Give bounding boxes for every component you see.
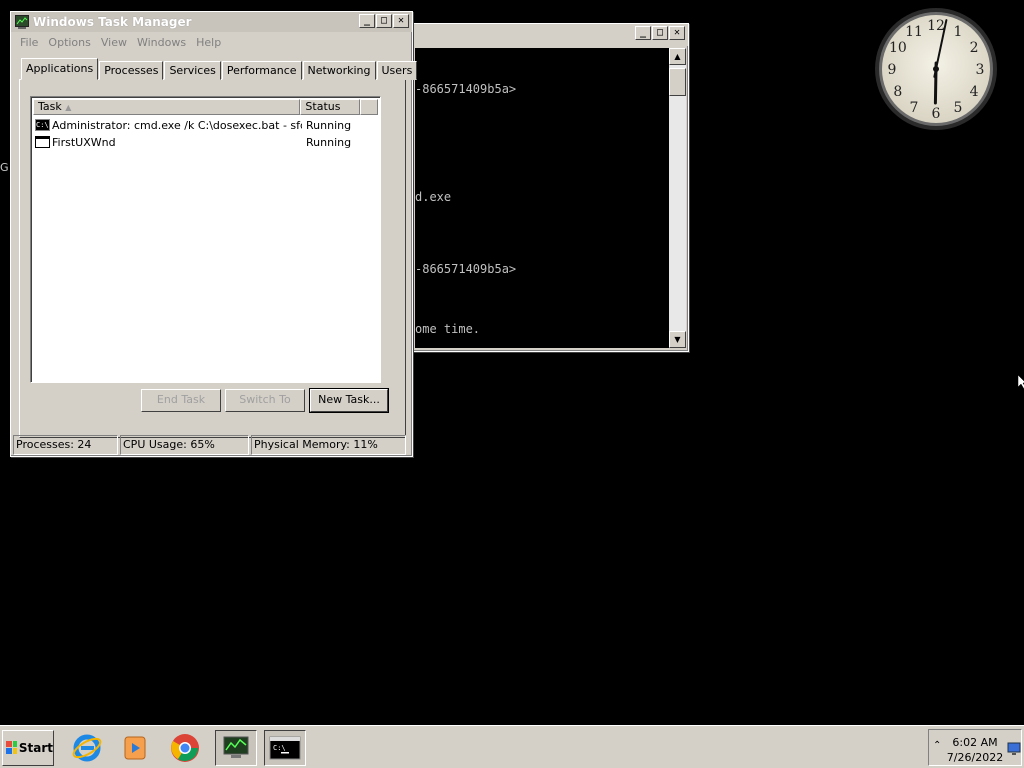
taskbar: Start C:\ ⌃ 6:02 AM 7/26/2022 bbox=[0, 725, 1024, 768]
tab-networking[interactable]: Networking bbox=[302, 61, 376, 80]
system-tray: ⌃ 6:02 AM 7/26/2022 bbox=[928, 729, 1022, 766]
internet-explorer-icon[interactable] bbox=[66, 730, 108, 766]
menu-file[interactable]: File bbox=[15, 36, 43, 49]
status-memory: Physical Memory: 11% bbox=[251, 435, 406, 455]
end-task-button[interactable]: End Task bbox=[141, 389, 221, 412]
task-manager-icon[interactable] bbox=[215, 730, 257, 766]
column-header-task[interactable]: Task ▲ bbox=[33, 99, 301, 115]
clock-gadget[interactable]: 12 12 3 45678 9 1011 bbox=[874, 7, 998, 131]
column-header-status[interactable]: Status bbox=[300, 99, 361, 115]
task-status: Running bbox=[306, 135, 352, 149]
clock-numeral: 1 bbox=[954, 24, 963, 40]
minimize-button[interactable]: _ bbox=[635, 26, 651, 40]
sort-arrow-icon: ▲ bbox=[65, 103, 72, 112]
task-name: FirstUXWnd bbox=[52, 135, 116, 149]
scroll-up-button[interactable]: ▲ bbox=[669, 48, 686, 65]
start-label: Start bbox=[18, 741, 53, 755]
cmd-icon[interactable]: C:\ bbox=[264, 730, 306, 766]
task-manager-titlebar[interactable]: Windows Task Manager _ □ ✕ bbox=[11, 12, 412, 32]
network-icon[interactable] bbox=[1007, 742, 1021, 756]
column-header-spacer bbox=[360, 99, 378, 115]
clock-numeral: 10 bbox=[889, 40, 907, 56]
maximize-button[interactable]: □ bbox=[652, 26, 668, 40]
task-list[interactable]: Task ▲ Status C:\ Administrator: cmd.exe… bbox=[30, 96, 381, 383]
status-bar: Processes: 24 CPU Usage: 65% Physical Me… bbox=[13, 435, 410, 455]
clock-numeral: 11 bbox=[905, 24, 923, 40]
window-icon bbox=[35, 136, 50, 148]
window-title: Windows Task Manager bbox=[33, 15, 192, 29]
tray-date[interactable]: 7/26/2022 bbox=[945, 751, 1005, 764]
start-button[interactable]: Start bbox=[2, 730, 54, 766]
menu-view[interactable]: View bbox=[96, 36, 132, 49]
mouse-cursor-icon bbox=[1018, 375, 1024, 389]
clock-numeral: 2 bbox=[970, 40, 979, 56]
vertical-scrollbar[interactable]: ▲ ▼ bbox=[669, 48, 686, 348]
clock-numeral: 5 bbox=[954, 100, 963, 116]
list-header: Task ▲ Status bbox=[33, 99, 378, 115]
tab-performance[interactable]: Performance bbox=[221, 61, 302, 80]
console-output[interactable]: -866571409b5a> d.exe -866571409b5a> ome … bbox=[415, 48, 669, 348]
task-status: Running bbox=[306, 118, 352, 132]
close-button[interactable]: ✕ bbox=[393, 14, 409, 28]
tab-users[interactable]: Users bbox=[376, 61, 418, 80]
tab-strip: Applications Processes Services Performa… bbox=[21, 58, 418, 80]
clock-numeral: 6 bbox=[932, 106, 941, 122]
cmd-icon: C:\ bbox=[35, 119, 50, 131]
menu-windows[interactable]: Windows bbox=[132, 36, 191, 49]
svg-text:C:\: C:\ bbox=[273, 744, 286, 752]
tab-services[interactable]: Services bbox=[164, 61, 221, 80]
close-button[interactable]: ✕ bbox=[669, 26, 685, 40]
console-line: -866571409b5a> bbox=[415, 262, 517, 276]
clock-numeral: 7 bbox=[910, 100, 919, 116]
status-cpu: CPU Usage: 65% bbox=[120, 435, 249, 455]
cmd-window[interactable]: _ □ ✕ -866571409b5a> d.exe -866571409b5a… bbox=[410, 23, 689, 352]
switch-to-button[interactable]: Switch To bbox=[225, 389, 305, 412]
show-hidden-icons-icon[interactable]: ⌃ bbox=[933, 740, 941, 751]
clock-numeral: 4 bbox=[970, 84, 979, 100]
scroll-thumb[interactable] bbox=[669, 68, 686, 96]
task-name: Administrator: cmd.exe /k C:\dosexec.bat… bbox=[52, 118, 302, 132]
new-task-button[interactable]: New Task... bbox=[310, 389, 388, 412]
task-manager-icon bbox=[15, 15, 29, 29]
maximize-button[interactable]: □ bbox=[376, 14, 392, 28]
console-line: ome time. bbox=[415, 322, 481, 336]
clock-numeral: 3 bbox=[976, 62, 985, 78]
minimize-button[interactable]: _ bbox=[359, 14, 375, 28]
windows-logo-icon bbox=[6, 741, 17, 754]
clock-numeral: 12 bbox=[927, 18, 945, 34]
tab-applications[interactable]: Applications bbox=[21, 58, 99, 80]
tab-processes[interactable]: Processes bbox=[99, 61, 164, 80]
cmd-titlebar[interactable]: _ □ ✕ bbox=[411, 24, 688, 46]
media-player-icon[interactable] bbox=[114, 730, 156, 766]
console-line: -866571409b5a> bbox=[415, 82, 517, 96]
status-processes: Processes: 24 bbox=[13, 435, 118, 455]
clock-center bbox=[933, 66, 939, 72]
task-manager-window[interactable]: Windows Task Manager _ □ ✕ File Options … bbox=[10, 11, 418, 457]
table-row[interactable]: C:\ Administrator: cmd.exe /k C:\dosexec… bbox=[35, 117, 351, 133]
clock-numeral: 8 bbox=[893, 84, 902, 100]
column-task-label: Task bbox=[38, 100, 62, 113]
menu-help[interactable]: Help bbox=[191, 36, 226, 49]
menu-options[interactable]: Options bbox=[43, 36, 95, 49]
menu-bar: File Options View Windows Help bbox=[11, 32, 412, 52]
scroll-down-button[interactable]: ▼ bbox=[669, 331, 686, 348]
desktop-edge-label: G bbox=[0, 161, 9, 174]
table-row[interactable]: FirstUXWnd Running bbox=[35, 134, 351, 150]
tray-time[interactable]: 6:02 AM bbox=[945, 736, 1005, 749]
chrome-icon[interactable] bbox=[164, 730, 206, 766]
clock-numeral: 9 bbox=[888, 62, 897, 78]
console-line: d.exe bbox=[415, 190, 452, 204]
